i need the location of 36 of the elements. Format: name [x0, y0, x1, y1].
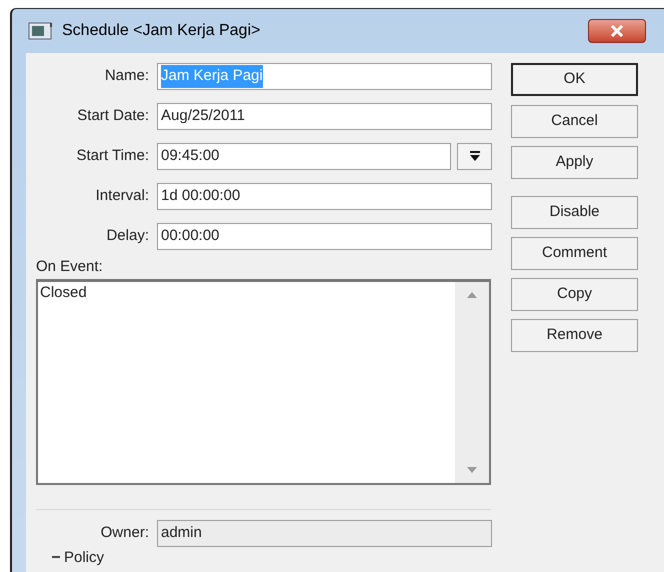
close-button[interactable] [588, 19, 646, 43]
text-field[interactable]: 1d 00:00:00 [157, 183, 492, 210]
on-event-label: On Event: [36, 257, 104, 277]
dialog-button[interactable]: Cancel [511, 105, 638, 138]
script-textarea[interactable]: Closed [36, 278, 491, 484]
dialog-button[interactable]: OK [511, 63, 638, 96]
field-label: Start Time: [75, 146, 150, 166]
policy-section-label[interactable]: Policy [64, 548, 104, 566]
dialog-button[interactable]: Apply [511, 146, 638, 179]
text-field[interactable]: Aug/25/2011 [157, 103, 492, 130]
scroll-down-icon [467, 466, 477, 472]
field-value: 1d 00:00:00 [161, 186, 240, 206]
scrollbar[interactable] [455, 282, 489, 482]
dialog-button[interactable]: Disable [511, 196, 638, 229]
window-title: Schedule <Jam Kerja Pagi> [62, 21, 262, 41]
window-icon [28, 22, 54, 40]
text-field[interactable]: 00:00:00 [157, 223, 492, 250]
script-text: Closed [39, 282, 88, 302]
field-label: Delay: [105, 226, 150, 246]
field-value: Jam Kerja Pagi [161, 65, 263, 88]
dropdown-button[interactable] [457, 143, 492, 170]
close-icon [610, 25, 624, 37]
field-value: Aug/25/2011 [161, 106, 245, 126]
dialog-button[interactable]: Copy [511, 278, 638, 311]
down-arrow-icon [468, 151, 480, 162]
dialog-button[interactable]: Remove [511, 319, 638, 352]
scroll-up-icon [467, 292, 477, 298]
field-label: Owner: [100, 522, 150, 543]
field-label: Interval: [94, 186, 150, 206]
dialog-button[interactable]: Comment [511, 237, 638, 270]
field-value: admin [161, 522, 202, 543]
field-value: 00:00:00 [161, 226, 220, 246]
field-label: Name: [104, 66, 150, 86]
text-field[interactable]: 09:45:00 [157, 143, 451, 170]
field-value: 09:45:00 [161, 146, 220, 166]
field-label: Start Date: [76, 106, 150, 126]
